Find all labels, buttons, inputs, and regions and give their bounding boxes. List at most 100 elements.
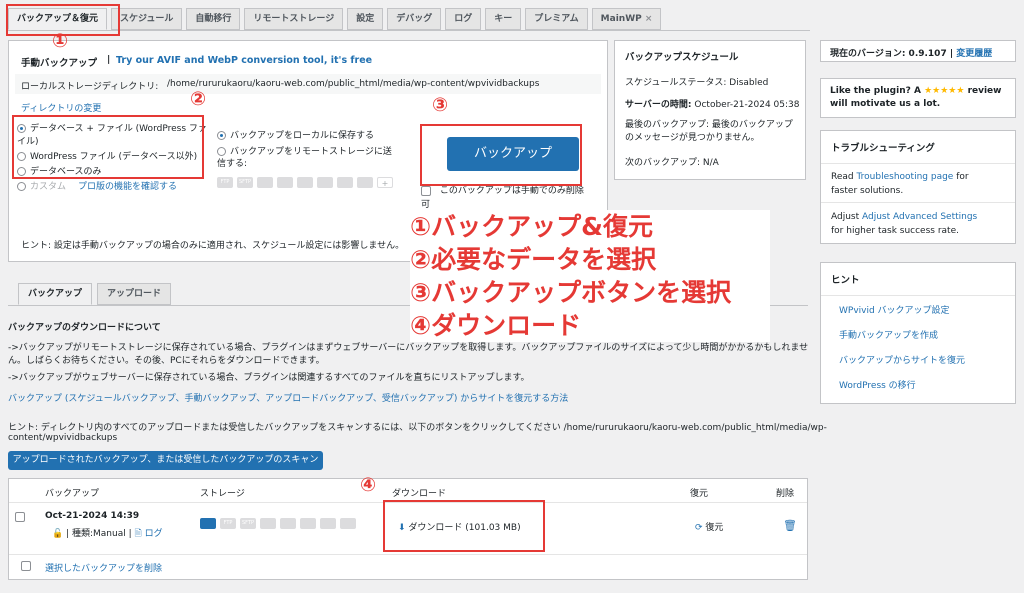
add-storage-icon[interactable]: +	[377, 177, 393, 188]
separator: |	[107, 55, 111, 65]
radio-icon[interactable]	[217, 147, 226, 156]
backblaze-icon[interactable]	[357, 177, 373, 188]
ftp-icon[interactable]: FTP	[217, 177, 233, 188]
option-remote[interactable]: バックアップをリモートストレージに送信する:	[217, 146, 397, 170]
scan-hint-line2: content/wpvividbackups	[8, 433, 118, 443]
col-backup: バックアップ	[45, 489, 100, 499]
gdrive-icon	[300, 518, 316, 529]
restore-button[interactable]: ⟳ 復元	[695, 520, 723, 533]
col-download: ダウンロード	[392, 489, 447, 499]
ts-item2-line2: for higher task success rate.	[831, 226, 959, 236]
version-text: 現在のバージョン: 0.9.107 | 変更履歴	[830, 46, 992, 59]
manual-backup-title: 手動バックアップ	[21, 58, 98, 69]
tab-mainwp-label: MainWP	[600, 14, 642, 24]
manual-delete-option[interactable]: このバックアップは手動でのみ削除可	[421, 184, 591, 212]
scan-backups-button[interactable]: アップロードされたバックアップ、または受信したバックアップのスキャン	[8, 451, 323, 470]
wasabi-icon	[340, 518, 356, 529]
tab-remote-storage[interactable]: リモートストレージ	[244, 8, 344, 30]
version-sep: |	[949, 49, 954, 59]
delete-icon[interactable]: 🗑	[783, 519, 797, 532]
close-icon[interactable]: ×	[645, 14, 653, 24]
option-custom: カスタム プロ版の機能を確認する	[17, 181, 207, 194]
wasabi-icon[interactable]	[337, 177, 353, 188]
next-backup-value: N/A	[702, 158, 719, 168]
subtab-upload[interactable]: アップロード	[97, 283, 172, 305]
storage-icons: FTP SFTP	[200, 518, 360, 529]
change-dir-link[interactable]: ディレクトリの変更	[21, 101, 101, 114]
scan-hint-line1: ヒント: ディレクトリ内のすべてのアップロードまたは受信したバックアップをスキャ…	[8, 423, 827, 433]
download-info-line1b: ん。しばらくお待ちください。その後、PCにそれらをダウンロードできます。	[8, 356, 325, 366]
next-backup: 次のバックアップ: N/A	[625, 155, 719, 168]
step-2: ②必要なデータを選択	[410, 245, 657, 274]
annotation-steps: ①バックアップ&復元 ②必要なデータを選択 ③バックアップボタンを選択 ④ダウン…	[410, 210, 770, 342]
restore-label: 復元	[705, 523, 724, 533]
option-local[interactable]: バックアップをローカルに保存する	[217, 130, 397, 142]
tab-divider	[8, 30, 810, 31]
s3-icon[interactable]	[257, 177, 273, 188]
onedrive-icon[interactable]	[297, 177, 313, 188]
rating-text1: Like the plugin? A	[830, 86, 921, 96]
annotation-box-2	[12, 115, 204, 179]
troubleshooting-page-link[interactable]: Troubleshooting page	[857, 172, 954, 182]
rating-text2: review	[967, 86, 1002, 96]
download-info-title: バックアップのダウンロードについて	[8, 323, 161, 333]
dropbox-icon[interactable]	[277, 177, 293, 188]
troubleshooting-title: トラブルシューティング	[821, 131, 1015, 164]
hints-box: ヒント WPvivid バックアップ設定 手動バックアップを作成 バックアップか…	[820, 262, 1016, 404]
tab-schedule[interactable]: スケジュール	[111, 8, 183, 30]
annotation-box-3	[420, 124, 582, 186]
troubleshooting-item-1: Read Troubleshooting page for faster sol…	[821, 165, 1015, 203]
option-local-label: バックアップをローカルに保存する	[230, 131, 375, 141]
sftp-icon: SFTP	[240, 518, 256, 529]
radio-icon[interactable]	[217, 131, 226, 140]
gdrive-icon[interactable]	[317, 177, 333, 188]
restore-howto-link[interactable]: バックアップ (スケジュールバックアップ、手動バックアップ、アップロードバックア…	[8, 391, 568, 404]
manual-delete-label: このバックアップは手動でのみ削除可	[421, 186, 584, 210]
advanced-settings-link[interactable]: Adjust Advanced Settings	[862, 212, 977, 222]
hint-link-settings[interactable]: WPvivid バックアップ設定	[839, 303, 950, 316]
radio-icon	[17, 182, 26, 191]
schedule-status-value: Disabled	[729, 78, 769, 88]
log-icon: 🗎	[134, 529, 142, 539]
tab-debug[interactable]: デバッグ	[387, 8, 442, 30]
hint-link-migration[interactable]: WordPress の移行	[839, 378, 916, 391]
annotation-marker-4: ④	[360, 474, 377, 496]
ts-item2-pre: Adjust	[831, 212, 860, 222]
review-stars[interactable]: ★★★★★	[924, 86, 964, 96]
annotation-box-4	[383, 500, 545, 552]
restore-icon: ⟳	[695, 523, 703, 533]
tab-mainwp[interactable]: MainWP ×	[591, 8, 662, 30]
tab-log[interactable]: ログ	[445, 8, 482, 30]
manual-delete-checkbox[interactable]	[421, 185, 431, 196]
hint-link-restore[interactable]: バックアップからサイトを復元	[839, 353, 965, 366]
changelog-link[interactable]: 変更履歴	[956, 49, 992, 59]
sftp-icon[interactable]: SFTP	[237, 177, 253, 188]
col-restore: 復元	[690, 489, 709, 499]
step-3: ③バックアップボタンを選択	[410, 278, 732, 307]
tab-auto-migration[interactable]: 自動移行	[186, 8, 241, 30]
annotation-marker-2: ②	[190, 88, 207, 110]
tab-key[interactable]: キー	[485, 8, 522, 30]
hint-link-manual-backup[interactable]: 手動バックアップを作成	[839, 328, 938, 341]
rating-text: Like the plugin? A ★★★★★ review will mot…	[830, 85, 1010, 111]
manual-hint: ヒント: 設定は手動バックアップの場合のみに適用され、スケジュール設定には影響し…	[21, 241, 405, 251]
server-time-label: サーバーの時間:	[625, 100, 692, 110]
delete-selected-link[interactable]: 選択したバックアップを削除	[45, 561, 162, 574]
ftp-icon: FTP	[220, 518, 236, 529]
version-label: 現在のバージョン: 0.9.107	[830, 49, 947, 59]
log-link[interactable]: ログ	[145, 529, 163, 539]
ts-item1-pre: Read	[831, 172, 854, 182]
step-1: ①バックアップ&復元	[410, 212, 653, 241]
select-all-checkbox[interactable]	[21, 561, 31, 571]
row-checkbox[interactable]	[15, 512, 25, 522]
subtab-backup[interactable]: バックアップ	[18, 283, 93, 305]
tab-premium[interactable]: プレミアム	[525, 8, 588, 30]
schedule-status-label: スケジュールステータス:	[625, 78, 727, 88]
backup-date: Oct-21-2024 14:39	[45, 511, 140, 521]
pro-features-link[interactable]: プロ版の機能を確認する	[78, 182, 177, 192]
avif-tool-link[interactable]: Try our AVIF and WebP conversion tool, i…	[116, 55, 372, 66]
troubleshooting-box: トラブルシューティング Read Troubleshooting page fo…	[820, 130, 1016, 244]
lock-icon[interactable]: 🔓	[52, 529, 63, 539]
server-time: サーバーの時間: October-21-2024 05:38	[625, 97, 799, 110]
tab-settings[interactable]: 設定	[347, 8, 384, 30]
